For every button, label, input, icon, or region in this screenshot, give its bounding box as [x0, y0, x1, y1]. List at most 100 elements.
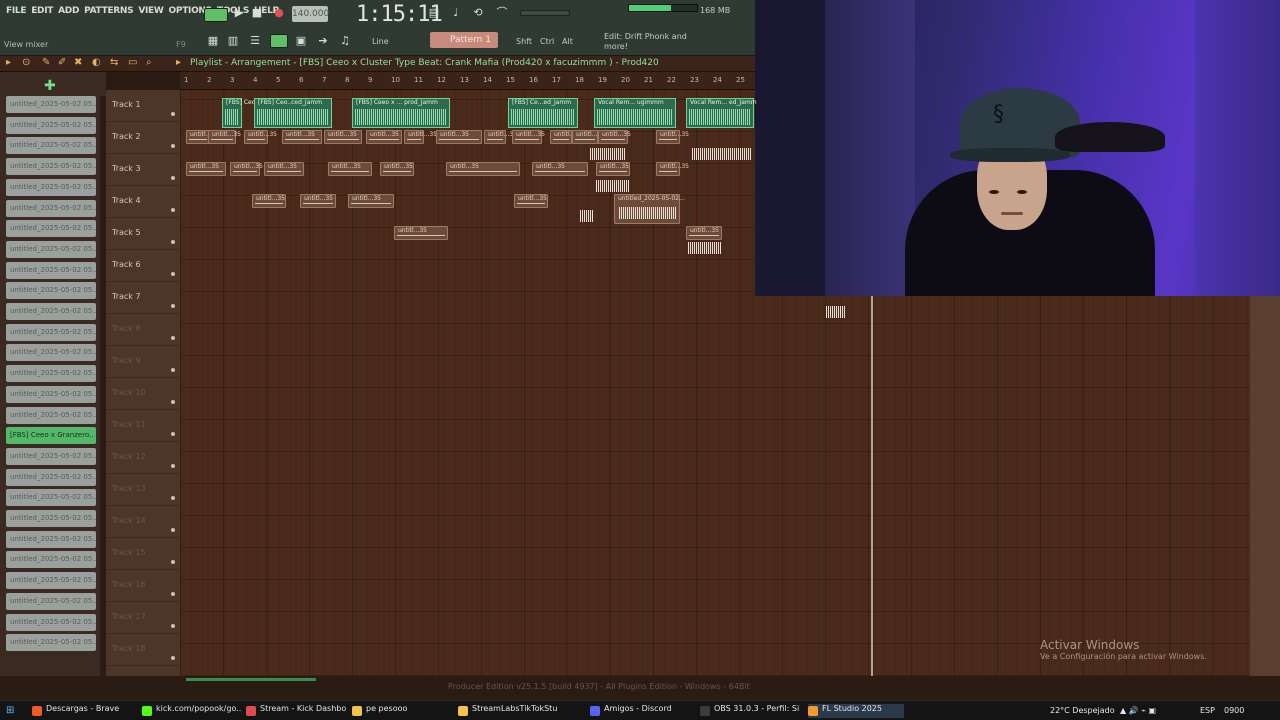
- browser-item[interactable]: untitled_2025-05-02 05..: [6, 385, 96, 403]
- playlist-icon[interactable]: ▦: [206, 34, 220, 48]
- master-volume-slider[interactable]: [520, 10, 570, 16]
- browser-item[interactable]: untitled_2025-05-02 05..: [6, 303, 96, 320]
- pattern-clip[interactable]: untitl...35: [252, 194, 286, 208]
- menu-file[interactable]: FILE: [6, 6, 26, 16]
- browser-item[interactable]: untitled_2025-05-02 05..: [6, 323, 96, 341]
- browser-item[interactable]: untitled_2025-05-02 05..: [6, 282, 96, 300]
- audio-clip[interactable]: [FBS] Ceeo x ... prod_Jamm: [352, 98, 450, 128]
- pattern-clip[interactable]: untitl...35: [686, 226, 722, 240]
- track-header[interactable]: Track 9: [106, 346, 180, 378]
- pattern-clip[interactable]: untitl...35: [380, 162, 414, 176]
- channel-rack-icon[interactable]: ☰: [248, 34, 262, 48]
- track-mute-dot[interactable]: [171, 464, 175, 468]
- play-icon[interactable]: ▶: [232, 6, 246, 20]
- pencil-icon[interactable]: ✎: [42, 57, 50, 68]
- brush-icon[interactable]: ✐: [58, 57, 66, 68]
- mixer-icon[interactable]: ▤: [426, 6, 442, 20]
- magnet-icon[interactable]: ⊙: [22, 57, 30, 68]
- track-header[interactable]: Track 6: [106, 250, 180, 282]
- pattern-clip[interactable]: untitl...35: [328, 162, 372, 176]
- menu-add[interactable]: ADD: [58, 6, 79, 16]
- pattern-clip[interactable]: untitl...35: [324, 130, 362, 144]
- audio-clip[interactable]: [FBS] Ce...ed_Jamm: [508, 98, 578, 128]
- pattern-clip[interactable]: untitl...35: [300, 194, 336, 208]
- track-mute-dot[interactable]: [171, 528, 175, 532]
- taskbar-item[interactable]: kick.com/popook/go...: [142, 704, 242, 718]
- browser-item[interactable]: untitled_2025-05-02 05..: [6, 592, 96, 610]
- track-header[interactable]: Track 12: [106, 442, 180, 474]
- track-header[interactable]: Track 8: [106, 314, 180, 346]
- delete-icon[interactable]: ✖: [74, 57, 82, 68]
- pattern-clip[interactable]: untitl...35: [572, 130, 605, 144]
- add-icon[interactable]: ✚: [44, 78, 56, 94]
- track-header[interactable]: Track 2: [106, 122, 180, 154]
- pattern-clip[interactable]: untitl...35: [348, 194, 394, 208]
- browser-item[interactable]: untitled_2025-05-02 05..: [6, 530, 96, 548]
- pattern-clip[interactable]: untitl...35: [186, 130, 219, 144]
- browser-item[interactable]: untitled_2025-05-02 05..: [6, 240, 96, 258]
- track-mute-dot[interactable]: [171, 400, 175, 404]
- pattern-clip[interactable]: untitl...35: [282, 130, 322, 144]
- select-icon[interactable]: ▭: [128, 57, 137, 68]
- browser-item[interactable]: untitled_2025-05-02 05..: [6, 344, 96, 362]
- track-mute-dot[interactable]: [171, 368, 175, 372]
- snap-mode[interactable]: Line: [372, 37, 389, 46]
- browser-item[interactable]: untitled_2025-05-02 05..: [6, 220, 96, 238]
- track-mute-dot[interactable]: [171, 432, 175, 436]
- track-mute-dot[interactable]: [171, 496, 175, 500]
- audio-blip[interactable]: [590, 148, 626, 160]
- piano-roll-icon[interactable]: ▥: [226, 34, 240, 48]
- track-mute-dot[interactable]: [171, 624, 175, 628]
- audio-blip[interactable]: [688, 242, 722, 254]
- browser-item[interactable]: untitled_2025-05-02 05..: [6, 178, 96, 196]
- metronome-icon[interactable]: ♩: [448, 6, 464, 20]
- taskbar-item[interactable]: FL Studio 2025: [808, 704, 904, 718]
- track-mute-dot[interactable]: [171, 208, 175, 212]
- audio-blip[interactable]: [692, 148, 752, 160]
- taskbar-item[interactable]: pe pesooo: [352, 704, 452, 718]
- weather-label[interactable]: 22°C Despejado: [1050, 706, 1115, 715]
- browser-item[interactable]: untitled_2025-05-02 05..: [6, 551, 96, 569]
- pattern-clip[interactable]: untitl...35: [394, 226, 448, 240]
- track-header[interactable]: Track 7: [106, 282, 180, 314]
- track-mute-dot[interactable]: [171, 592, 175, 596]
- track-header[interactable]: Track 5: [106, 218, 180, 250]
- browser-item[interactable]: untitled_2025-05-02 05..: [6, 489, 96, 507]
- browser-item[interactable]: untitled_2025-05-02 05..: [6, 158, 96, 176]
- track-header[interactable]: Track 11: [106, 410, 180, 442]
- plugin-icon[interactable]: ➔: [316, 34, 330, 48]
- browser-item[interactable]: untitled_2025-05-02 05..: [6, 510, 96, 527]
- track-header[interactable]: Track 16: [106, 570, 180, 602]
- wait-icon[interactable]: ⌒: [494, 6, 510, 20]
- browser-item[interactable]: untitled_2025-05-02 05..: [6, 116, 96, 134]
- browser-item[interactable]: untitled_2025-05-02 05..: [6, 261, 96, 279]
- audio-blip[interactable]: [580, 210, 594, 222]
- pattern-clip[interactable]: untitl...35: [404, 130, 437, 144]
- browser-icon[interactable]: ▣: [294, 34, 308, 48]
- audio-clip[interactable]: Vocal Rem... ugimmm: [594, 98, 676, 128]
- pattern-clip[interactable]: untitl...35: [230, 162, 263, 176]
- taskbar-item[interactable]: Descargas - Brave: [32, 704, 132, 718]
- audio-clip[interactable]: Vocal Rem... ed_Jamm: [686, 98, 757, 128]
- taskbar-item[interactable]: Amigos - Discord: [590, 704, 690, 718]
- track-mute-dot[interactable]: [171, 336, 175, 340]
- audio-blip[interactable]: [596, 180, 630, 192]
- track-mute-dot[interactable]: [171, 304, 175, 308]
- browser-item[interactable]: untitled_2025-05-02 05..: [6, 365, 96, 383]
- alt-button[interactable]: Alt: [562, 37, 573, 46]
- track-mute-dot[interactable]: [171, 144, 175, 148]
- pattern-clip[interactable]: untitl...35: [512, 130, 545, 144]
- taskbar-item[interactable]: OBS 31.0.3 - Perfil: Sin...: [700, 704, 800, 718]
- mixer-button[interactable]: [270, 34, 288, 48]
- browser-item[interactable]: untitled_2025-05-02 05..: [6, 406, 96, 424]
- track-header[interactable]: Track 10: [106, 378, 180, 410]
- track-header[interactable]: Track 17: [106, 602, 180, 634]
- loop-icon[interactable]: ⟲: [470, 6, 486, 20]
- stop-icon[interactable]: ■: [250, 6, 264, 20]
- pattern-clip[interactable]: untitl...35: [656, 130, 689, 144]
- pattern-clip[interactable]: untitl...35: [436, 130, 482, 144]
- tempo-display[interactable]: 140.000: [292, 6, 329, 22]
- pattern-clip[interactable]: untitl...35: [446, 162, 520, 176]
- pattern-clip[interactable]: untitl...35: [244, 130, 277, 144]
- browser-item[interactable]: untitled_2025-05-02 05..: [6, 572, 96, 590]
